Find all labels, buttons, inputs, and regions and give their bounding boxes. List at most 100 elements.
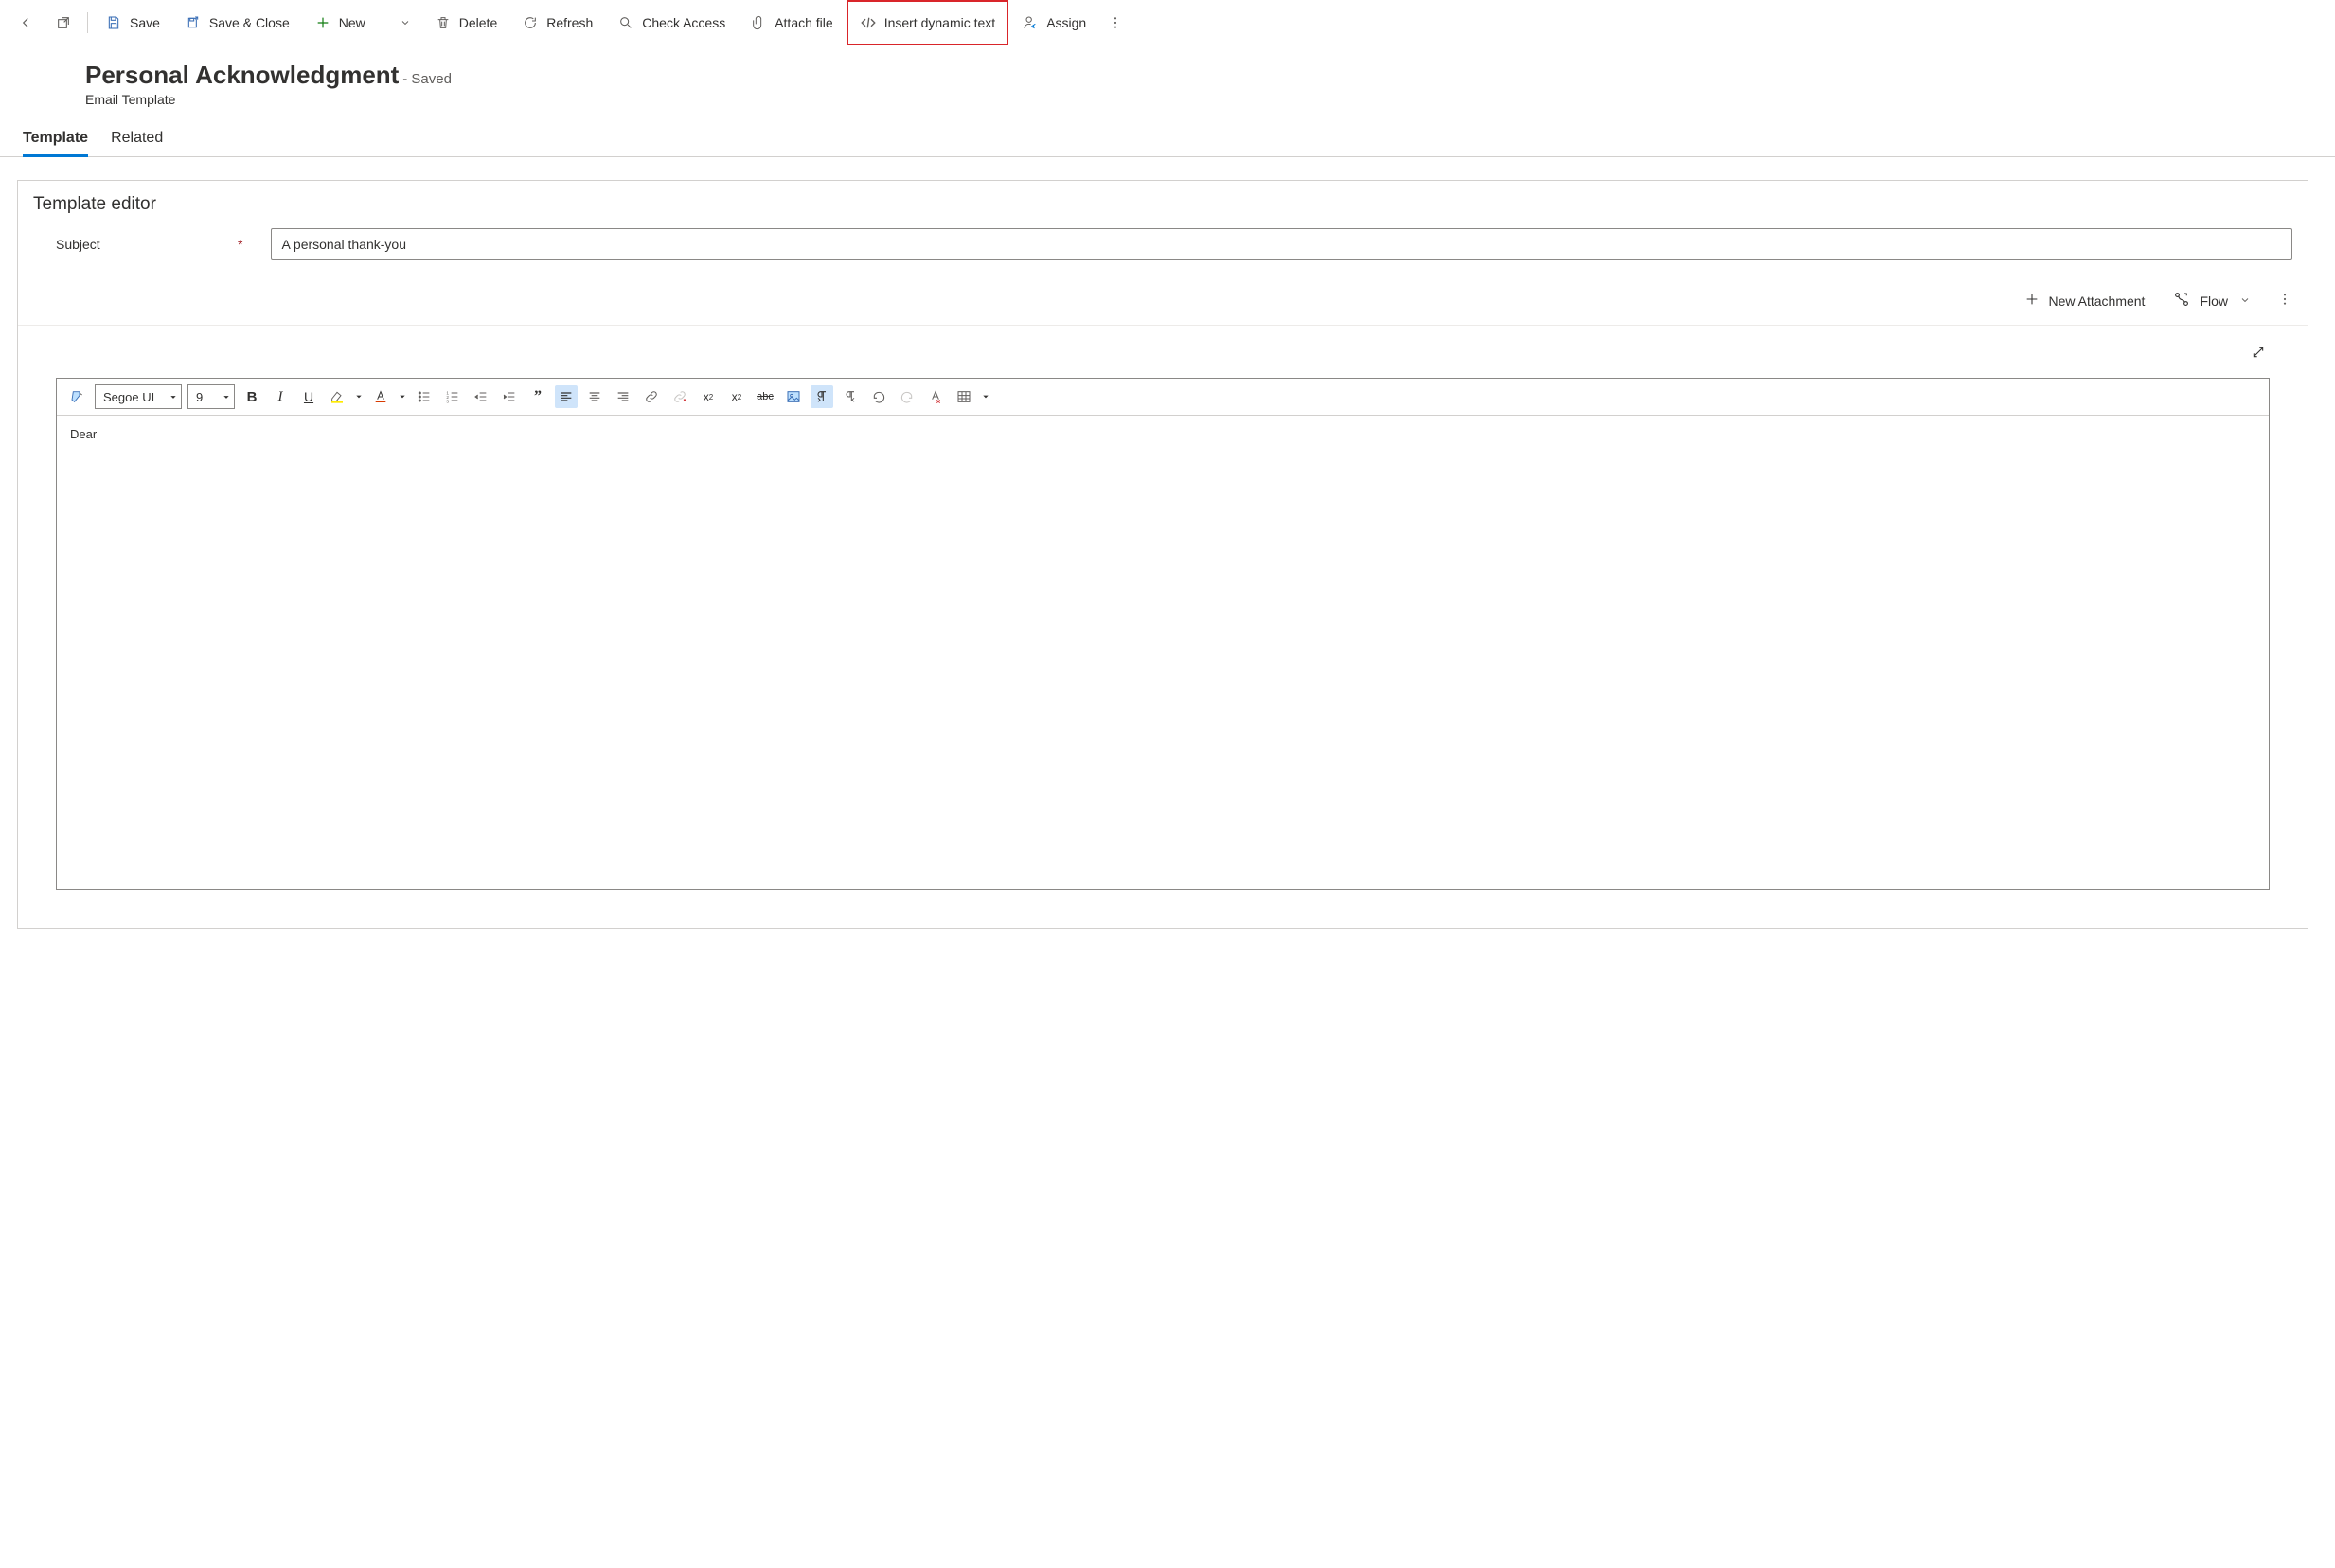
rich-text-editor: Segoe UI 9 B I U [56, 378, 2270, 890]
assign-button[interactable]: Assign [1010, 0, 1097, 45]
rtl-button[interactable] [839, 385, 862, 408]
subject-label-text: Subject [56, 237, 100, 252]
page-header: Personal Acknowledgment - Saved Email Te… [0, 45, 2335, 115]
caret-down-icon [223, 390, 230, 404]
numbered-list-button[interactable]: 123 [441, 385, 464, 408]
underline-button[interactable]: U [297, 385, 320, 408]
arrow-left-icon [17, 14, 34, 31]
font-name-select[interactable]: Segoe UI [95, 384, 182, 409]
font-name-value: Segoe UI [103, 390, 154, 404]
section-title: Template editor [18, 181, 2308, 224]
subject-label: Subject [56, 237, 198, 252]
subbar-overflow-button[interactable] [2273, 292, 2296, 310]
plus-icon [314, 14, 331, 31]
subject-row: Subject * [18, 224, 2308, 276]
insert-image-button[interactable] [782, 385, 805, 408]
font-size-select[interactable]: 9 [187, 384, 235, 409]
popout-icon [55, 14, 72, 31]
svg-text:3: 3 [446, 400, 449, 404]
format-painter-button[interactable] [66, 385, 89, 408]
check-access-label: Check Access [642, 15, 725, 30]
more-vertical-icon [1107, 14, 1124, 31]
delete-button[interactable]: Delete [423, 0, 508, 45]
insert-dynamic-text-button[interactable]: Insert dynamic text [847, 0, 1009, 45]
bullet-list-button[interactable] [413, 385, 436, 408]
insert-table-button[interactable] [953, 385, 975, 408]
expand-icon [2251, 347, 2266, 363]
divider [87, 12, 88, 33]
subscript-button[interactable]: x2 [725, 385, 748, 408]
refresh-icon [522, 14, 539, 31]
tab-template[interactable]: Template [23, 122, 88, 156]
font-color-dropdown[interactable] [398, 393, 407, 401]
new-attachment-button[interactable]: New Attachment [2019, 286, 2151, 315]
highlight-color-dropdown[interactable] [354, 393, 364, 401]
save-icon [105, 14, 122, 31]
save-close-icon [185, 14, 202, 31]
subject-input[interactable] [271, 228, 2292, 260]
expand-editor-button[interactable] [2247, 341, 2270, 366]
popout-button[interactable] [45, 0, 81, 45]
insert-dynamic-text-label: Insert dynamic text [884, 15, 996, 30]
overflow-button[interactable] [1099, 0, 1132, 45]
clear-formatting-button[interactable] [924, 385, 947, 408]
refresh-button[interactable]: Refresh [510, 0, 604, 45]
chevron-down-icon [2239, 294, 2251, 309]
tabs: Template Related [0, 115, 2335, 157]
highlight-color-button[interactable] [326, 385, 348, 408]
attach-file-button[interactable]: Attach file [739, 0, 844, 45]
undo-button[interactable] [867, 385, 890, 408]
unlink-button[interactable] [668, 385, 691, 408]
more-vertical-icon [2277, 292, 2292, 310]
new-attachment-label: New Attachment [2049, 294, 2146, 309]
flow-button[interactable]: Flow [2167, 285, 2256, 316]
page-status: - Saved [402, 71, 452, 87]
outdent-button[interactable] [470, 385, 492, 408]
save-label: Save [130, 15, 160, 30]
code-icon [860, 14, 877, 31]
attach-file-label: Attach file [775, 15, 832, 30]
save-button[interactable]: Save [94, 0, 171, 45]
save-close-button[interactable]: Save & Close [173, 0, 301, 45]
editor-body[interactable]: Dear [57, 416, 2269, 889]
redo-button[interactable] [896, 385, 918, 408]
check-access-button[interactable]: Check Access [606, 0, 737, 45]
content-area: Template editor Subject * New Attachment… [0, 157, 2335, 1545]
blockquote-button[interactable]: ” [526, 385, 549, 408]
page-title: Personal Acknowledgment [85, 61, 399, 89]
command-bar: Save Save & Close New Delete Refresh [0, 0, 2335, 45]
flow-icon [2173, 291, 2190, 311]
save-close-label: Save & Close [209, 15, 290, 30]
back-button[interactable] [8, 0, 44, 45]
font-color-button[interactable] [369, 385, 392, 408]
assign-label: Assign [1046, 15, 1086, 30]
font-size-value: 9 [196, 390, 203, 404]
assign-icon [1022, 14, 1039, 31]
attachment-bar: New Attachment Flow [18, 276, 2308, 326]
new-label: New [339, 15, 365, 30]
tab-related[interactable]: Related [111, 122, 163, 156]
ltr-button[interactable] [811, 385, 833, 408]
strikethrough-button[interactable]: abc [754, 385, 776, 408]
italic-button[interactable]: I [269, 385, 292, 408]
align-center-button[interactable] [583, 385, 606, 408]
delete-label: Delete [459, 15, 497, 30]
editor-content: Dear [70, 427, 97, 441]
table-dropdown[interactable] [981, 393, 990, 401]
indent-button[interactable] [498, 385, 521, 408]
chevron-down-icon [397, 14, 414, 31]
align-left-button[interactable] [555, 385, 578, 408]
trash-icon [435, 14, 452, 31]
page-subtitle: Email Template [85, 92, 2312, 107]
template-editor-card: Template editor Subject * New Attachment… [17, 180, 2308, 929]
required-indicator: * [238, 237, 242, 252]
align-right-button[interactable] [612, 385, 634, 408]
caret-down-icon [169, 390, 177, 404]
new-dropdown-button[interactable] [389, 0, 421, 45]
new-button[interactable]: New [303, 0, 377, 45]
link-button[interactable] [640, 385, 663, 408]
superscript-button[interactable]: x2 [697, 385, 720, 408]
flow-label: Flow [2200, 294, 2228, 309]
editor-wrap: Segoe UI 9 B I U [56, 341, 2270, 890]
bold-button[interactable]: B [241, 385, 263, 408]
